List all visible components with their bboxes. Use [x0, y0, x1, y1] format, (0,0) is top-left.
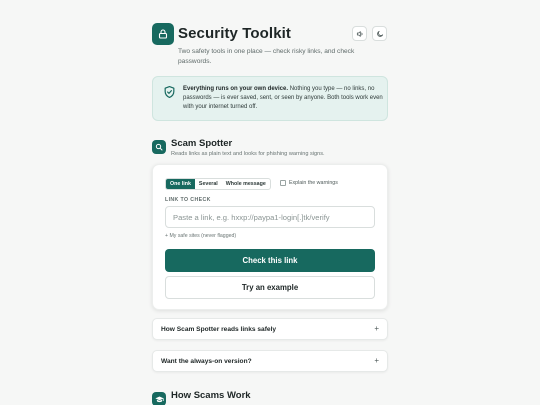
- explain-warnings-label: Explain the warnings: [289, 180, 338, 186]
- explain-warnings-checkbox[interactable]: [280, 180, 286, 186]
- link-input[interactable]: [165, 206, 375, 228]
- plus-icon: +: [374, 324, 379, 333]
- lock-icon: [158, 29, 168, 39]
- moon-icon: [376, 30, 383, 37]
- plus-icon: +: [374, 356, 379, 365]
- mode-several[interactable]: Several: [195, 179, 222, 189]
- privacy-notice-text: Everything runs on your own device. Noth…: [183, 85, 383, 112]
- speaker-icon: [356, 30, 363, 37]
- try-example-button[interactable]: Try an example: [165, 276, 375, 299]
- shield-check-icon: [164, 85, 175, 99]
- mode-one-link[interactable]: One link: [166, 179, 195, 189]
- mode-selector: One link Several Whole message: [165, 178, 271, 190]
- explain-warnings-toggle[interactable]: Explain the warnings: [280, 180, 338, 186]
- accordion-how-it-reads[interactable]: How Scam Spotter reads links safely +: [152, 318, 388, 340]
- page-subtitle: Two safety tools in one place — check ri…: [178, 48, 355, 65]
- search-icon: [155, 143, 163, 151]
- accordion-label: Want the always-on version?: [161, 358, 252, 365]
- page-title: Security Toolkit: [178, 25, 292, 42]
- app-logo: [152, 23, 174, 45]
- sound-toggle-button[interactable]: [352, 26, 367, 41]
- mode-whole-message[interactable]: Whole message: [222, 179, 270, 189]
- scam-spotter-card: One link Several Whole message Explain t…: [152, 164, 388, 310]
- privacy-notice-bold: Everything runs on your own device.: [183, 86, 289, 92]
- accordion-always-on[interactable]: Want the always-on version? +: [152, 350, 388, 372]
- graduation-cap-icon: [154, 396, 164, 402]
- accordion-label: How Scam Spotter reads links safely: [161, 326, 277, 333]
- how-scams-icon-badge: [152, 392, 166, 405]
- how-scams-title: How Scams Work: [171, 390, 251, 401]
- theme-toggle-button[interactable]: [372, 26, 387, 41]
- scam-spotter-icon-badge: [152, 140, 166, 154]
- scam-spotter-title: Scam Spotter: [171, 138, 233, 149]
- scam-spotter-subtitle: Reads links as plain text and looks for …: [171, 151, 325, 157]
- link-field-label: LINK TO CHECK: [165, 197, 211, 203]
- safe-sites-link[interactable]: + My safe sites (never flagged): [165, 233, 236, 239]
- privacy-notice: Everything runs on your own device. Noth…: [152, 76, 388, 121]
- check-link-button[interactable]: Check this link: [165, 249, 375, 272]
